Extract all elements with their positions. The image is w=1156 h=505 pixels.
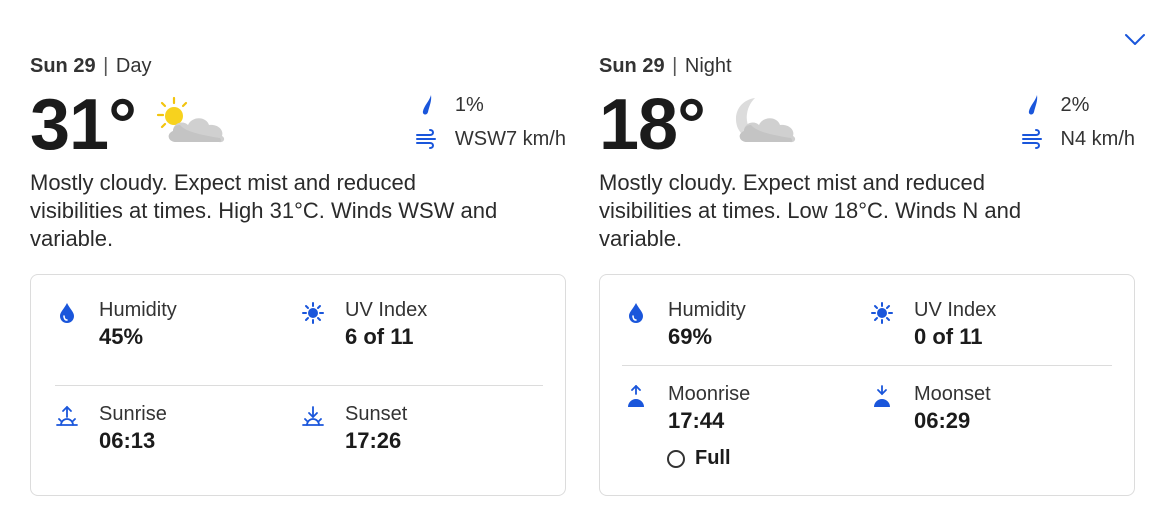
- day-stats: 1% WSW7 km/h: [415, 88, 566, 156]
- precipitation-value: 1%: [454, 93, 484, 116]
- wind-value: N4 km/h: [1060, 127, 1135, 150]
- moonset-label: Moonset: [914, 383, 991, 405]
- uv-index-value: 6 of 11: [345, 324, 414, 349]
- separator: |: [666, 55, 683, 77]
- moonrise-icon: [624, 385, 648, 409]
- partly-sunny-cloudy-icon: [156, 96, 225, 143]
- sunset-cell: Sunset 17:26: [301, 401, 407, 455]
- moonset-value: 06:29: [914, 408, 971, 433]
- sunset-icon: [301, 405, 325, 429]
- moon-phase: Full: [667, 447, 731, 470]
- precipitation-row: 1%: [415, 88, 566, 122]
- raindrop-icon: [415, 93, 439, 117]
- uv-index-cell: UV Index 0 of 11: [870, 297, 996, 351]
- sunrise-icon: [55, 405, 79, 429]
- date-label: Sun 29: [30, 55, 96, 77]
- wind-icon: [1021, 127, 1045, 151]
- forecast-summary: Mostly cloudy. Expect mist and reduced v…: [30, 170, 498, 251]
- night-details-card: Humidity 69% UV Index 0 of 11 Moonrise 1…: [599, 274, 1135, 496]
- temperature-row: 18° 2% N4 km/h: [599, 86, 1135, 172]
- moonrise-label: Moonrise: [668, 383, 751, 405]
- sunrise-value: 06:13: [99, 428, 156, 453]
- uv-index-value: 0 of 11: [914, 324, 983, 349]
- temperature-row: 31° 1% WSW7 km/h: [30, 86, 566, 172]
- separator: |: [97, 55, 114, 77]
- uv-sun-icon: [301, 301, 325, 325]
- card-divider: [55, 385, 543, 386]
- night-forecast-panel: Sun 29 | Night 18° 2% N4 km/h Mostly clo…: [599, 52, 1135, 496]
- humidity-value: 45%: [99, 324, 144, 349]
- precipitation-value: 2%: [1060, 93, 1090, 116]
- humidity-value: 69%: [668, 324, 713, 349]
- humidity-label: Humidity: [99, 299, 177, 321]
- moon-phase-label: Full: [695, 447, 731, 469]
- period-label: Day: [115, 55, 152, 77]
- moonrise-value: 17:44: [668, 408, 725, 433]
- moonset-cell: Moonset 06:29: [870, 381, 991, 435]
- period-heading: Sun 29 | Day: [30, 52, 566, 80]
- uv-index-label: UV Index: [345, 299, 428, 321]
- sunset-value: 17:26: [345, 428, 402, 453]
- sunset-label: Sunset: [345, 403, 408, 425]
- day-forecast-panel: Sun 29 | Day 31° 1% WSW7 km/h Mostly clo…: [30, 52, 566, 496]
- date-label: Sun 29: [599, 55, 665, 77]
- raindrop-icon: [1021, 93, 1045, 117]
- moonrise-cell: Moonrise 17:44: [624, 381, 750, 435]
- forecast-summary: Mostly cloudy. Expect mist and reduced v…: [599, 170, 1022, 251]
- humidity-label: Humidity: [668, 299, 746, 321]
- full-moon-icon: [667, 449, 685, 468]
- humidity-icon: [55, 301, 79, 325]
- night-stats: 2% N4 km/h: [1021, 88, 1135, 156]
- sunrise-label: Sunrise: [99, 403, 167, 425]
- wind-row: WSW7 km/h: [415, 122, 566, 156]
- wind-icon: [415, 127, 439, 151]
- temperature: 31°: [30, 85, 137, 165]
- weather-detail-page: Sun 29 | Day 31° 1% WSW7 km/h Mostly clo…: [0, 0, 1156, 505]
- humidity-cell: Humidity 69%: [624, 297, 746, 351]
- period-heading: Sun 29 | Night: [599, 52, 1135, 80]
- period-label: Night: [684, 55, 732, 77]
- card-divider: [622, 365, 1112, 366]
- uv-sun-icon: [870, 301, 894, 325]
- sunrise-cell: Sunrise 06:13: [55, 401, 167, 455]
- moonset-icon: [870, 385, 894, 409]
- wind-row: N4 km/h: [1021, 122, 1135, 156]
- humidity-icon: [624, 301, 648, 325]
- moon-cloudy-icon: [735, 98, 796, 143]
- precipitation-row: 2%: [1021, 88, 1135, 122]
- day-details-card: Humidity 45% UV Index 6 of 11 Sunrise 06…: [30, 274, 566, 496]
- chevron-up-icon: [1125, 34, 1145, 45]
- wind-value: WSW7 km/h: [454, 127, 566, 150]
- collapse-button[interactable]: [1122, 28, 1148, 50]
- temperature: 18°: [599, 85, 706, 165]
- uv-index-cell: UV Index 6 of 11: [301, 297, 427, 351]
- humidity-cell: Humidity 45%: [55, 297, 177, 351]
- uv-index-label: UV Index: [914, 299, 997, 321]
